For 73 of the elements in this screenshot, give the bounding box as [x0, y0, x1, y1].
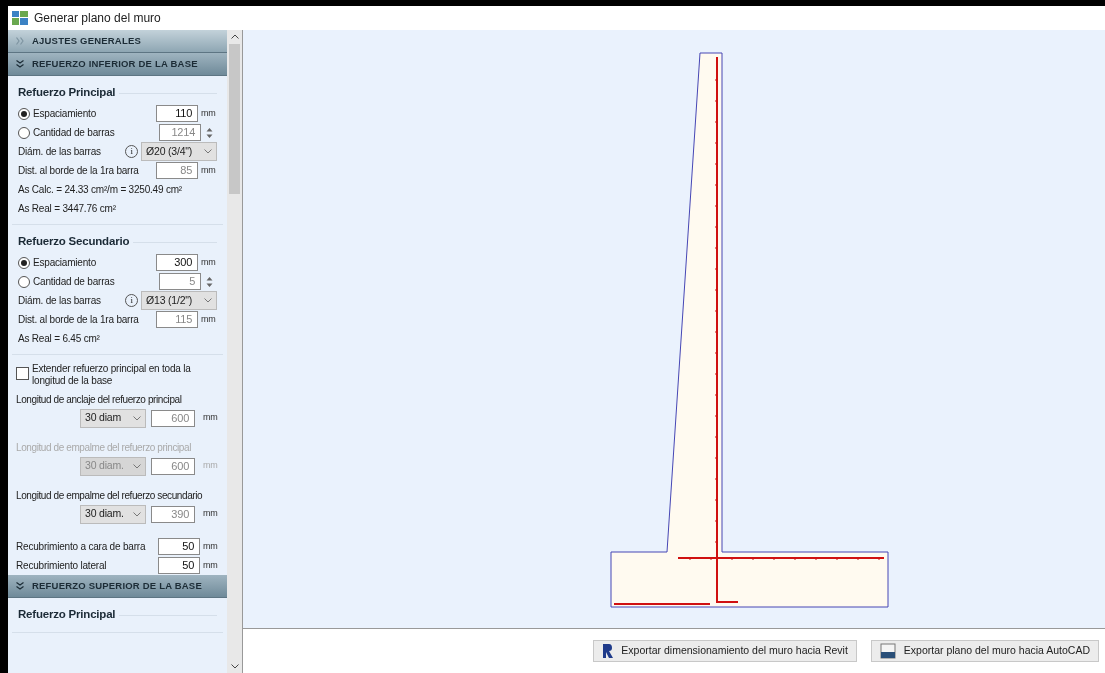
scroll-down-icon[interactable] — [230, 664, 239, 669]
radio-label: Cantidad de barras — [33, 275, 116, 289]
unit-label: mm — [203, 558, 219, 572]
export-button[interactable]: Exportar plano del muro hacia AutoCAD — [870, 640, 1099, 662]
unit-label: mm — [201, 163, 217, 177]
unit-label: mm — [203, 459, 219, 473]
field-label: Longitud de empalme del refuerzo secundario — [16, 489, 204, 503]
group-title: Refuerzo Principal — [18, 85, 116, 101]
input-field[interactable]: 1214 — [159, 124, 202, 141]
unit-label: mm — [203, 411, 219, 425]
unit-label: mm — [203, 539, 219, 553]
section-title: REFUERZO INFERIOR DE LA BASE — [32, 56, 198, 71]
window-title: Generar plano del muro — [34, 10, 161, 27]
input-field[interactable]: 50 — [158, 557, 201, 574]
radio-button[interactable] — [18, 256, 30, 269]
calc-text: As Calc. = 24.33 cm²/m = 3250.49 cm² — [18, 183, 182, 197]
field-label: Longitud de anclaje del refuerzo principal — [16, 393, 183, 407]
letter-r-icon — [602, 644, 614, 658]
scrollbar[interactable] — [227, 30, 242, 673]
calc-text: As Real = 6.45 cm² — [18, 332, 100, 346]
chevron-down-icon[interactable] — [133, 415, 142, 421]
dropdown[interactable]: 30 diam — [80, 408, 147, 428]
radio-button[interactable] — [18, 107, 30, 120]
input-field[interactable]: 50 — [158, 538, 201, 555]
chevron-down-icon[interactable] — [133, 463, 142, 469]
input-field[interactable]: 85 — [156, 162, 199, 179]
scroll-thumb[interactable] — [229, 44, 241, 194]
field-label: Dist. al borde de la 1ra barra — [18, 164, 140, 178]
field-label: Recubrimiento lateral — [16, 559, 108, 573]
chevron-down-icon[interactable] — [133, 511, 142, 517]
input-field[interactable]: 5 — [159, 273, 202, 290]
section-title: REFUERZO SUPERIOR DE LA BASE — [32, 578, 202, 593]
unit-label: mm — [201, 255, 217, 269]
group-title: Refuerzo Principal — [18, 607, 116, 623]
field-label: Recubrimiento a cara de barra — [16, 540, 147, 554]
spinner-icon[interactable] — [206, 275, 214, 288]
chevron-down-icon[interactable] — [204, 298, 213, 303]
radio-button[interactable] — [18, 275, 30, 288]
unit-label: mm — [203, 507, 219, 521]
app-icon — [12, 11, 28, 25]
double-chevron-down-icon[interactable] — [16, 60, 24, 68]
input-field[interactable]: 110 — [156, 105, 199, 122]
section-header[interactable]: REFUERZO INFERIOR DE LA BASE — [8, 53, 228, 76]
file-icon — [879, 643, 896, 659]
field-label: Diám. de las barras — [18, 145, 102, 159]
input-field[interactable]: 390 — [151, 505, 196, 523]
radio-button[interactable] — [18, 126, 30, 139]
section-title: AJUSTES GENERALES — [32, 33, 141, 48]
dropdown[interactable]: Ø13 (1/2") — [141, 291, 218, 310]
export-button[interactable]: Exportar dimensionamiento del muro hacia Revit — [593, 640, 857, 662]
field-label: Diám. de las barras — [18, 294, 102, 308]
calc-text: As Real = 3447.76 cm² — [18, 202, 116, 216]
checkbox-label: Extender refuerzo principal en toda la longitud de la base — [32, 363, 192, 387]
input-field[interactable]: 300 — [156, 254, 199, 271]
double-chevron-down-icon[interactable] — [16, 582, 24, 590]
radio-label: Cantidad de barras — [33, 126, 116, 140]
radio-label: Espaciamiento — [33, 256, 97, 270]
unit-label: mm — [201, 106, 217, 120]
radio-label: Espaciamiento — [33, 107, 97, 121]
field-label: Longitud de empalme del refuerzo principal — [16, 441, 192, 455]
scroll-up-icon[interactable] — [230, 34, 239, 39]
checkbox[interactable] — [16, 367, 29, 380]
field-label: Dist. al borde de la 1ra barra — [18, 313, 140, 327]
chevron-down-icon[interactable] — [204, 149, 213, 154]
group-title: Refuerzo Secundario — [18, 234, 130, 250]
dropdown[interactable]: 30 diam. — [80, 504, 147, 524]
section-header[interactable]: AJUSTES GENERALES — [8, 30, 228, 53]
input-field[interactable]: 600 — [151, 409, 196, 427]
spinner-icon[interactable] — [206, 126, 214, 139]
input-field[interactable]: 115 — [156, 311, 199, 328]
unit-label: mm — [201, 312, 217, 326]
section-header[interactable]: REFUERZO SUPERIOR DE LA BASE — [8, 575, 228, 598]
dropdown[interactable]: Ø20 (3/4") — [141, 142, 218, 161]
